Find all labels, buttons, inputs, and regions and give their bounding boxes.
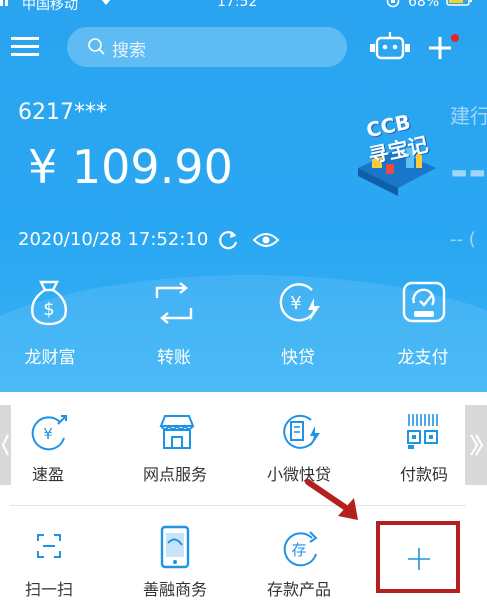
wifi-icon [96,0,116,10]
quick-action-label-long-pay[interactable]: 龙支付 [373,343,473,368]
right-account-value: -- [450,146,487,197]
svg-text:存: 存 [291,541,306,559]
annotation-arrow-icon [300,468,370,532]
add-service-plus-icon[interactable] [406,546,432,576]
carrier-text: 中国移动 [22,0,78,13]
account-header: 中国移动 17:52 68% 搜索 6217*** ¥ 109.90 2020/… [0,0,487,392]
phone-shop-icon[interactable] [160,525,190,573]
yuan-growth-icon[interactable]: ¥ [30,412,70,456]
search-bar[interactable]: 搜索 [67,27,347,67]
signal-icon [0,0,8,6]
quick-action-label-fast-loan[interactable]: 快贷 [248,343,348,368]
service-label-shanrong[interactable]: 善融商务 [115,576,235,600]
money-bag-icon[interactable]: $ [27,278,71,330]
search-placeholder: 搜索 [112,41,146,61]
service-label-scan[interactable]: 扫一扫 [0,576,109,600]
fast-loan-icon[interactable]: ¥ [276,280,322,330]
quick-action-label-wealth[interactable]: 龙财富 [0,343,100,368]
branch-icon[interactable] [157,414,197,454]
building-loan-icon[interactable] [279,412,321,456]
right-account-small: -- ( [450,229,476,250]
scan-icon[interactable] [36,533,62,563]
card-number: 6217*** [18,100,107,125]
svg-text:¥: ¥ [290,293,301,314]
robot-assistant-icon[interactable] [368,30,412,68]
right-account-title: 建行 [450,104,487,128]
battery-icon [446,0,472,10]
payment-code-icon[interactable] [405,412,441,454]
menu-icon[interactable] [11,35,41,59]
battery-text: 68% [408,0,440,10]
search-icon [87,37,107,61]
service-label-deposit[interactable]: 存款产品 [239,576,359,600]
services-divider [10,505,466,506]
svg-text:$: $ [43,299,54,320]
balance-timestamp: 2020/10/28 17:52:10 [18,229,209,250]
status-bar: 中国移动 17:52 68% [0,0,487,16]
svg-text:¥: ¥ [43,425,53,443]
refresh-icon[interactable] [216,228,240,256]
service-label-payment-code[interactable]: 付款码 [364,461,484,485]
deposit-icon[interactable]: 存 [280,530,320,572]
add-plus-icon[interactable] [428,33,460,67]
rotation-lock-icon [386,0,400,12]
clock-text: 17:52 [217,0,258,10]
service-label-suying[interactable]: 速盈 [0,461,108,485]
eye-icon[interactable] [252,230,280,254]
account-balance: ¥ 109.90 [28,140,233,194]
ccb-treasure-promo[interactable]: CCB 寻宝记 [348,108,444,200]
transfer-icon[interactable] [151,282,197,328]
long-pay-icon[interactable] [402,281,446,327]
service-label-branch[interactable]: 网点服务 [115,461,235,485]
quick-action-label-transfer[interactable]: 转账 [124,343,224,368]
